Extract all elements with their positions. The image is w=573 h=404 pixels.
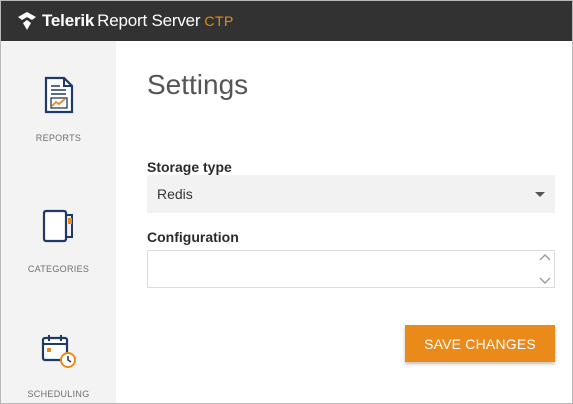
app-brand: Telerik Report Server CTP: [42, 11, 234, 31]
sidebar-item-reports[interactable]: REPORTS: [1, 75, 116, 143]
app-window: Telerik Report Server CTP REPORTS CATEGO…: [0, 0, 573, 404]
save-changes-button[interactable]: SAVE CHANGES: [405, 325, 555, 362]
calendar-clock-icon: [40, 331, 78, 371]
report-document-icon: [40, 75, 78, 115]
sidebar-item-label: SCHEDULING: [27, 389, 90, 399]
chevron-down-icon[interactable]: [539, 277, 551, 285]
storage-type-label: Storage type: [147, 159, 232, 175]
brand-tag: CTP: [204, 13, 234, 29]
storage-type-value: Redis: [157, 186, 193, 202]
categories-folder-icon: [40, 206, 78, 246]
chevron-down-icon: [535, 192, 545, 197]
sidebar-item-scheduling[interactable]: SCHEDULING: [1, 331, 116, 399]
brand-name-regular: Report Server: [97, 11, 201, 30]
scroll-arrows[interactable]: [538, 253, 552, 285]
storage-type-select[interactable]: Redis: [147, 175, 555, 213]
configuration-label: Configuration: [147, 229, 239, 245]
sidebar-item-label: REPORTS: [35, 133, 82, 143]
page-title: Settings: [147, 69, 249, 100]
telerik-logo-icon: [17, 11, 37, 31]
top-bar: Telerik Report Server CTP: [1, 1, 572, 41]
chevron-up-icon[interactable]: [539, 253, 551, 261]
configuration-field[interactable]: [147, 250, 555, 288]
sidebar: REPORTS CATEGORIES SCHEDULING: [1, 41, 116, 403]
settings-panel: Settings Storage type Redis Configuratio…: [116, 41, 572, 403]
sidebar-item-categories[interactable]: CATEGORIES: [1, 206, 116, 274]
sidebar-item-label: CATEGORIES: [27, 264, 90, 274]
brand-name-bold: Telerik: [42, 11, 95, 30]
